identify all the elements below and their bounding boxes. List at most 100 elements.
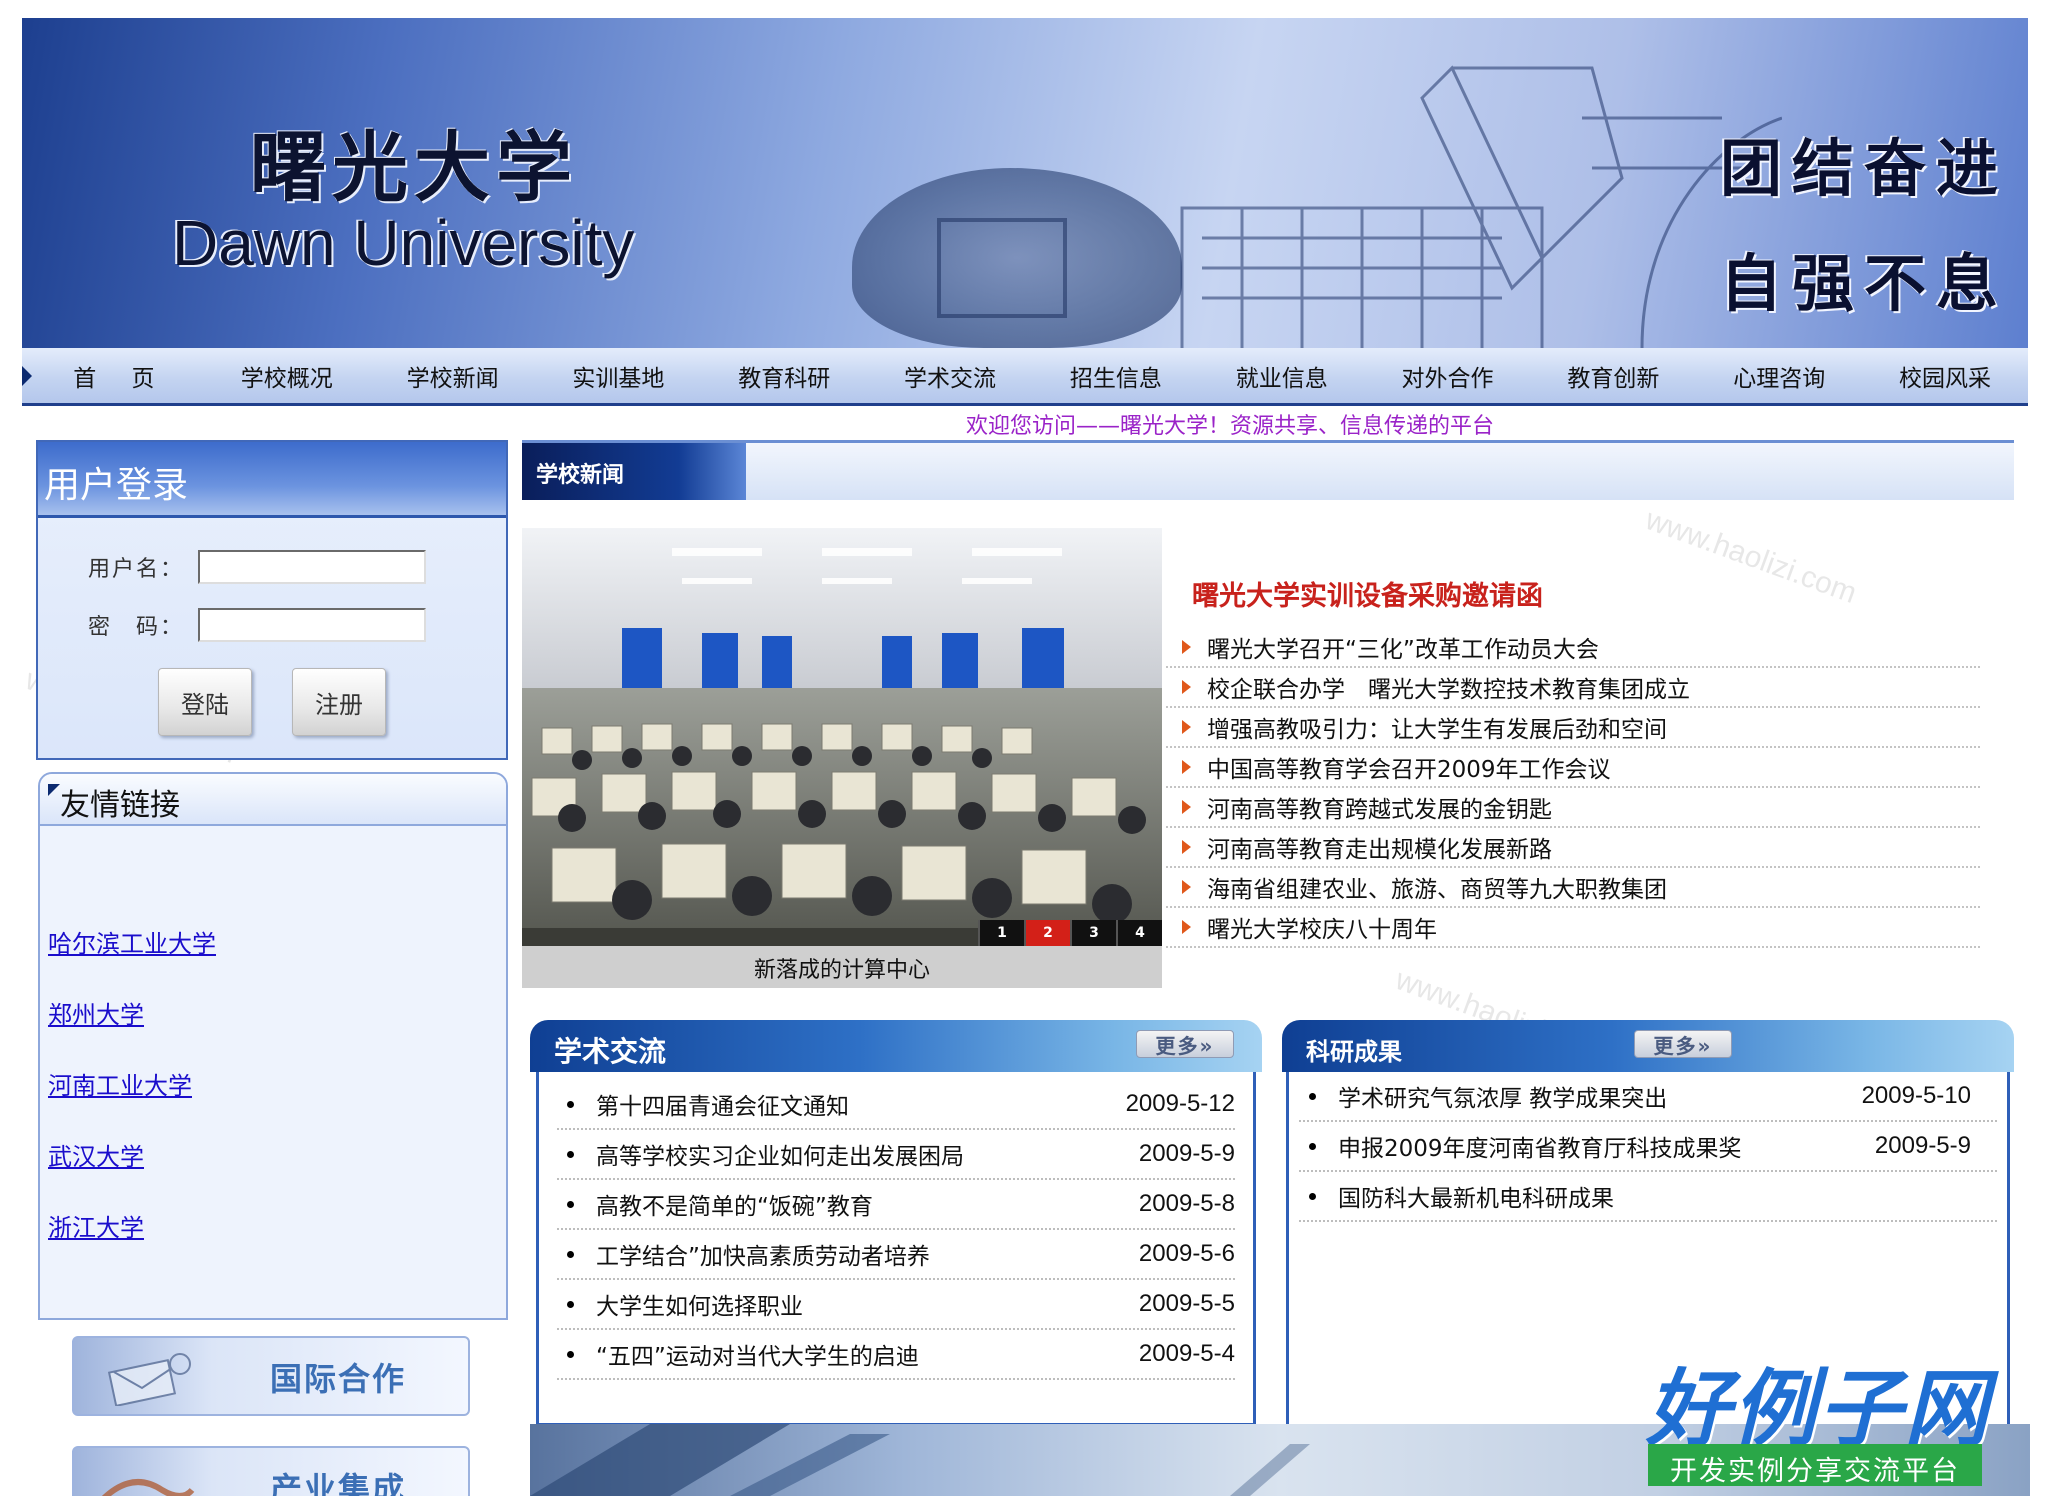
- academic-list-item[interactable]: 高等学校实习企业如何走出发展困局 2009-5-9: [557, 1130, 1235, 1180]
- login-button[interactable]: 登陆: [158, 668, 252, 736]
- nav-item-admissions[interactable]: 招生信息: [1033, 359, 1199, 393]
- news-list-item[interactable]: 校企联合办学 曙光大学数控技术教育集团成立: [1166, 668, 1980, 708]
- international-cooperation-label: 国际合作: [270, 1360, 407, 1398]
- news-item-title: 曙光大学校庆八十周年: [1207, 917, 1437, 943]
- nav-item-employment[interactable]: 就业信息: [1199, 359, 1365, 393]
- academic-exchange-header: 学术交流 更多»: [530, 1020, 1262, 1072]
- news-list-item[interactable]: 曙光大学校庆八十周年: [1166, 908, 1980, 948]
- link-zhejiang-university[interactable]: 浙江大学: [48, 1208, 216, 1243]
- username-row: 用户名：: [88, 550, 426, 584]
- school-news-header: 学校新闻: [522, 440, 2014, 500]
- academic-list-item[interactable]: 第十四届青通会征文通知 2009-5-12: [557, 1080, 1235, 1130]
- research-results-header: 科研成果 更多»: [1282, 1020, 2014, 1072]
- academic-exchange-body: 第十四届青通会征文通知 2009-5-12 高等学校实习企业如何走出发展困局 200…: [536, 1072, 1256, 1426]
- academic-more-button[interactable]: 更多»: [1136, 1030, 1234, 1058]
- username-input[interactable]: [198, 550, 426, 584]
- bullet-dot-icon: [567, 1300, 574, 1308]
- main-navigation: 首 页 学校概况 学校新闻 实训基地 教育科研 学术交流 招生信息 就业信息 对…: [22, 348, 2028, 406]
- triangle-bullet-icon: [1182, 640, 1191, 654]
- slideshow-pager: 1 2 3 4: [978, 920, 1162, 946]
- item-date: 2009-5-8: [1138, 1190, 1235, 1217]
- friendly-links-panel: 友情链接 哈尔滨工业大学 郑州大学 河南工业大学 武汉大学 浙江大学: [38, 772, 508, 1320]
- item-date: 2009-5-9: [1874, 1132, 1971, 1159]
- university-name-chinese: 曙光大学: [250, 123, 578, 212]
- watermark-text: www.haolizi.com: [1641, 503, 1861, 610]
- research-more-button[interactable]: 更多»: [1634, 1030, 1732, 1058]
- nav-item-counseling[interactable]: 心理咨询: [1696, 359, 1862, 393]
- news-list-item[interactable]: 增强高教吸引力：让大学生有发展后劲和空间: [1166, 708, 1980, 748]
- item-date: 2009-5-12: [1125, 1090, 1235, 1117]
- news-list-item[interactable]: 河南高等教育跨越式发展的金钥匙: [1166, 788, 1980, 828]
- nav-item-cooperation[interactable]: 对外合作: [1365, 359, 1531, 393]
- nav-item-innovation[interactable]: 教育创新: [1530, 359, 1696, 393]
- industry-integration-banner[interactable]: 产业集成: [72, 1446, 470, 1496]
- pager-button-4[interactable]: 4: [1116, 920, 1162, 946]
- banner-gate-illustration: [1180, 65, 1782, 348]
- nav-arrow-icon: [22, 365, 32, 386]
- triangle-bullet-icon: [1182, 680, 1191, 694]
- news-item-title: 曙光大学召开“三化”改革工作动员大会: [1207, 637, 1599, 663]
- news-list-item[interactable]: 曙光大学召开“三化”改革工作动员大会: [1166, 628, 1980, 668]
- news-list-item[interactable]: 中国高等教育学会召开2009年工作会议: [1166, 748, 1980, 788]
- news-item-title: 河南高等教育跨越式发展的金钥匙: [1207, 797, 1552, 823]
- motto-line-1: 团结奋进: [1719, 132, 2008, 205]
- bullet-dot-icon: [1309, 1092, 1316, 1100]
- research-list-item[interactable]: 申报2009年度河南省教育厅科技成果奖 2009-5-9: [1299, 1122, 1997, 1172]
- triangle-bullet-icon: [1182, 840, 1191, 854]
- bullet-dot-icon: [1309, 1192, 1316, 1200]
- password-label: 密 码：: [88, 615, 185, 640]
- item-date: 2009-5-6: [1138, 1240, 1235, 1267]
- friendly-links-list: 哈尔滨工业大学 郑州大学 河南工业大学 武汉大学 浙江大学: [48, 924, 216, 1279]
- item-title: 高等学校实习企业如何走出发展困局: [596, 1144, 964, 1170]
- nav-item-campus-style[interactable]: 校园风采: [1862, 359, 2028, 393]
- site-banner: 曙光大学 Dawn University 团结奋进 自强不息: [22, 18, 2028, 348]
- friendly-links-header: 友情链接: [40, 774, 506, 826]
- corner-triangle-icon: [48, 784, 60, 796]
- news-photo-slideshow: 1 2 3 4 新落成的计算中心: [522, 528, 1162, 988]
- welcome-marquee: 欢迎您访问——曙光大学！资源共享、信息传递的平台: [965, 414, 1494, 439]
- item-title: 申报2009年度河南省教育厅科技成果奖: [1338, 1136, 1742, 1162]
- login-title: 用户登录: [38, 442, 506, 518]
- research-list-item[interactable]: 国防科大最新机电科研成果: [1299, 1172, 1997, 1222]
- academic-list-item[interactable]: 工学结合”加快高素质劳动者培养 2009-5-6: [557, 1230, 1235, 1280]
- pager-button-3[interactable]: 3: [1070, 920, 1116, 946]
- login-panel: 用户登录 用户名： 密 码： 登陆 注册: [36, 440, 508, 760]
- pager-button-1[interactable]: 1: [978, 920, 1024, 946]
- news-item-title: 河南高等教育走出规模化发展新路: [1207, 837, 1552, 863]
- nav-item-overview[interactable]: 学校概况: [204, 359, 370, 393]
- academic-list-item[interactable]: 高教不是简单的“饭碗”教育 2009-5-8: [557, 1180, 1235, 1230]
- computer-lab-photo[interactable]: [522, 528, 1162, 946]
- item-title: 高教不是简单的“饭碗”教育: [596, 1194, 873, 1220]
- nav-item-home[interactable]: 首 页: [38, 359, 204, 393]
- friendly-links-title: 友情链接: [60, 788, 180, 823]
- link-wuhan-university[interactable]: 武汉大学: [48, 1137, 216, 1172]
- news-item-title: 增强高教吸引力：让大学生有发展后劲和空间: [1207, 717, 1667, 743]
- news-list-item[interactable]: 河南高等教育走出规模化发展新路: [1166, 828, 1980, 868]
- link-zhengzhou-university[interactable]: 郑州大学: [48, 995, 216, 1030]
- handshake-icon: [101, 1479, 195, 1496]
- password-input[interactable]: [198, 608, 426, 642]
- nav-item-training-base[interactable]: 实训基地: [535, 359, 701, 393]
- academic-list-item[interactable]: 大学生如何选择职业 2009-5-5: [557, 1280, 1235, 1330]
- bullet-dot-icon: [567, 1250, 574, 1258]
- link-harbin-institute[interactable]: 哈尔滨工业大学: [48, 924, 216, 959]
- news-list-item[interactable]: 海南省组建农业、旅游、商贸等九大职教集团: [1166, 868, 1980, 908]
- nav-items: 首 页 学校概况 学校新闻 实训基地 教育科研 学术交流 招生信息 就业信息 对…: [38, 359, 2028, 393]
- industry-integration-label: 产业集成: [270, 1470, 407, 1496]
- nav-item-research[interactable]: 教育科研: [701, 359, 867, 393]
- news-headline[interactable]: 曙光大学实训设备采购邀请函: [1192, 574, 1543, 613]
- international-cooperation-banner[interactable]: 国际合作: [72, 1336, 470, 1416]
- link-henan-technology[interactable]: 河南工业大学: [48, 1066, 216, 1101]
- item-title: 大学生如何选择职业: [596, 1294, 803, 1320]
- research-list-item[interactable]: 学术研究气氛浓厚 教学成果突出 2009-5-10: [1299, 1072, 1997, 1122]
- school-news-tab[interactable]: 学校新闻: [522, 443, 746, 500]
- nav-item-academic-exchange[interactable]: 学术交流: [867, 359, 1033, 393]
- academic-list-item[interactable]: “五四”运动对当代大学生的启迪 2009-5-4: [557, 1330, 1235, 1380]
- university-name-english: Dawn University: [172, 207, 635, 279]
- nav-item-news[interactable]: 学校新闻: [370, 359, 536, 393]
- item-title: “五四”运动对当代大学生的启迪: [596, 1344, 919, 1370]
- register-button[interactable]: 注册: [292, 668, 386, 736]
- pager-button-2[interactable]: 2: [1024, 920, 1070, 946]
- news-item-title: 中国高等教育学会召开2009年工作会议: [1207, 757, 1611, 783]
- envelope-icon: [107, 1353, 191, 1406]
